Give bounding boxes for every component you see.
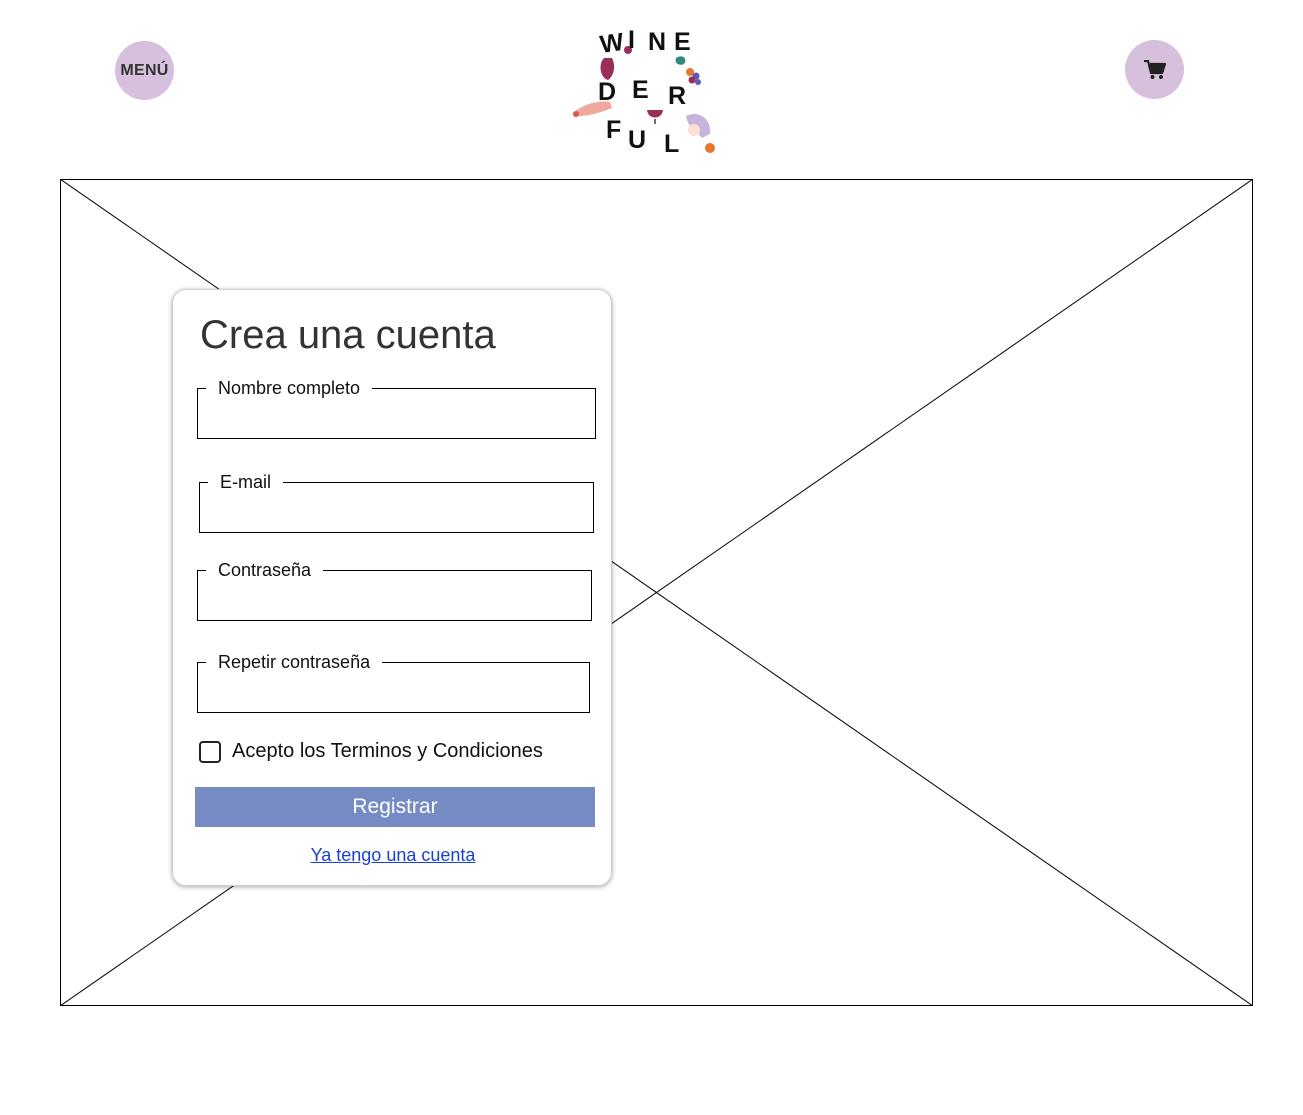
password-input[interactable] (204, 589, 585, 617)
cart-button[interactable] (1125, 40, 1184, 99)
logo-text: W I N E D E R F U L (598, 26, 691, 158)
cart-icon (1143, 59, 1166, 79)
svg-text:E: E (632, 76, 649, 104)
svg-text:N: N (648, 28, 666, 56)
full-name-label: Nombre completo (206, 377, 373, 399)
register-label: Registrar (352, 795, 438, 818)
login-link-container: Ya tengo una cuenta (173, 845, 613, 866)
repeat-password-input[interactable] (204, 681, 583, 709)
svg-text:L: L (664, 130, 679, 158)
page: MENÚ W I N E D E R F U L Crea una cuenta… (0, 0, 1303, 1115)
email-label: E-mail (208, 471, 284, 493)
svg-text:U: U (628, 126, 646, 154)
menu-label: MENÚ (120, 61, 169, 79)
winederful-logo[interactable]: W I N E D E R F U L (570, 20, 720, 160)
svg-text:R: R (668, 82, 686, 110)
svg-text:W: W (598, 28, 626, 59)
repeat-password-field[interactable]: Repetir contraseña (197, 651, 590, 713)
svg-text:I: I (628, 26, 635, 54)
register-button[interactable]: Registrar (195, 787, 595, 827)
terms-label[interactable]: Acepto los Terminos y Condiciones (232, 740, 543, 763)
form-title: Crea una cuenta (200, 313, 496, 357)
svg-text:E: E (674, 28, 691, 56)
full-name-field[interactable]: Nombre completo (197, 377, 596, 439)
full-name-input[interactable] (204, 407, 589, 435)
login-link[interactable]: Ya tengo una cuenta (311, 845, 476, 865)
email-input[interactable] (206, 501, 587, 529)
terms-checkbox[interactable] (199, 740, 221, 763)
svg-text:D: D (598, 78, 616, 106)
email-field[interactable]: E-mail (199, 471, 594, 533)
password-field[interactable]: Contraseña (197, 559, 592, 621)
svg-text:F: F (606, 116, 621, 144)
password-label: Contraseña (206, 559, 324, 581)
terms-row[interactable]: Acepto los Terminos y Condiciones (199, 740, 543, 763)
signup-card: Crea una cuenta Nombre completo E-mail C… (172, 289, 612, 886)
menu-button[interactable]: MENÚ (115, 41, 174, 100)
repeat-password-label: Repetir contraseña (206, 651, 383, 673)
